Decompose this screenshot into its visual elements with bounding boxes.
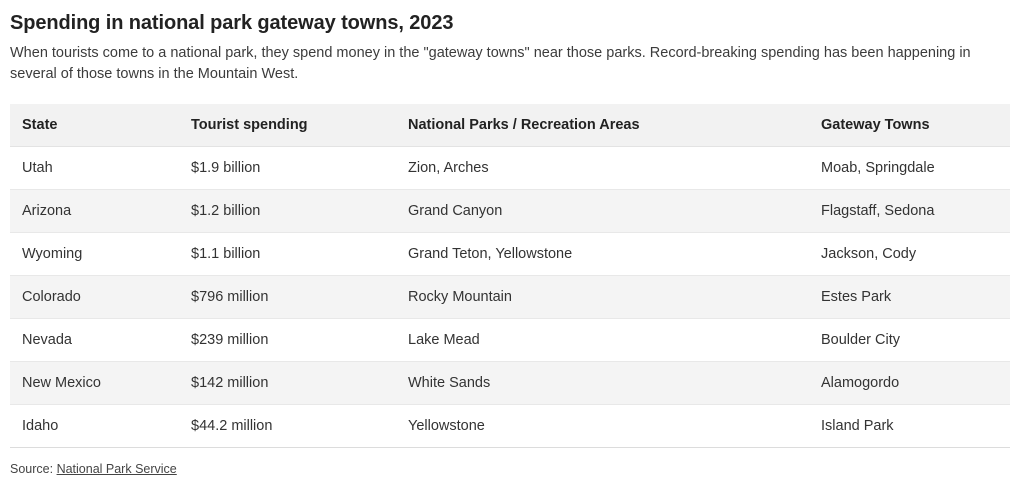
cell-spending: $1.1 billion <box>179 232 396 276</box>
table-body: Utah $1.9 billion Zion, Arches Moab, Spr… <box>10 146 1010 448</box>
cell-parks: Zion, Arches <box>396 146 809 190</box>
table-header: State Tourist spending National Parks / … <box>10 104 1010 147</box>
cell-parks: White Sands <box>396 361 809 405</box>
spending-table: State Tourist spending National Parks / … <box>10 104 1010 448</box>
cell-towns: Boulder City <box>809 318 1010 362</box>
cell-towns: Estes Park <box>809 275 1010 319</box>
cell-state: New Mexico <box>10 361 179 405</box>
page-title: Spending in national park gateway towns,… <box>10 12 454 34</box>
cell-spending: $1.2 billion <box>179 189 396 233</box>
cell-parks: Lake Mead <box>396 318 809 362</box>
column-header-towns[interactable]: Gateway Towns <box>809 104 1010 147</box>
cell-spending: $239 million <box>179 318 396 362</box>
cell-spending: $142 million <box>179 361 396 405</box>
cell-state: Wyoming <box>10 232 179 276</box>
column-header-parks[interactable]: National Parks / Recreation Areas <box>396 104 809 147</box>
source-link[interactable]: National Park Service <box>57 462 177 476</box>
cell-towns: Alamogordo <box>809 361 1010 405</box>
cell-state: Nevada <box>10 318 179 362</box>
page-container: Spending in national park gateway towns,… <box>0 0 1020 503</box>
cell-spending: $796 million <box>179 275 396 319</box>
table-header-row: State Tourist spending National Parks / … <box>10 104 1010 147</box>
cell-state: Colorado <box>10 275 179 319</box>
cell-towns: Flagstaff, Sedona <box>809 189 1010 233</box>
table-row: Nevada $239 million Lake Mead Boulder Ci… <box>10 318 1010 362</box>
cell-parks: Yellowstone <box>396 404 809 448</box>
cell-towns: Island Park <box>809 404 1010 448</box>
cell-towns: Jackson, Cody <box>809 232 1010 276</box>
table-row: Arizona $1.2 billion Grand Canyon Flagst… <box>10 189 1010 233</box>
cell-parks: Rocky Mountain <box>396 275 809 319</box>
column-header-spending[interactable]: Tourist spending <box>179 104 396 147</box>
cell-state: Arizona <box>10 189 179 233</box>
cell-parks: Grand Teton, Yellowstone <box>396 232 809 276</box>
table-row: Colorado $796 million Rocky Mountain Est… <box>10 275 1010 319</box>
source-label: Source: <box>10 462 57 476</box>
column-header-state[interactable]: State <box>10 104 179 147</box>
cell-spending: $44.2 million <box>179 404 396 448</box>
table-row: Utah $1.9 billion Zion, Arches Moab, Spr… <box>10 146 1010 190</box>
table-row: New Mexico $142 million White Sands Alam… <box>10 361 1010 405</box>
table-row: Wyoming $1.1 billion Grand Teton, Yellow… <box>10 232 1010 276</box>
source-note: Source: National Park Service <box>10 448 1010 477</box>
cell-state: Idaho <box>10 404 179 448</box>
page-subtitle: When tourists come to a national park, t… <box>10 45 971 82</box>
cell-towns: Moab, Springdale <box>809 146 1010 190</box>
cell-parks: Grand Canyon <box>396 189 809 233</box>
cell-spending: $1.9 billion <box>179 146 396 190</box>
table-row: Idaho $44.2 million Yellowstone Island P… <box>10 404 1010 448</box>
cell-state: Utah <box>10 146 179 190</box>
